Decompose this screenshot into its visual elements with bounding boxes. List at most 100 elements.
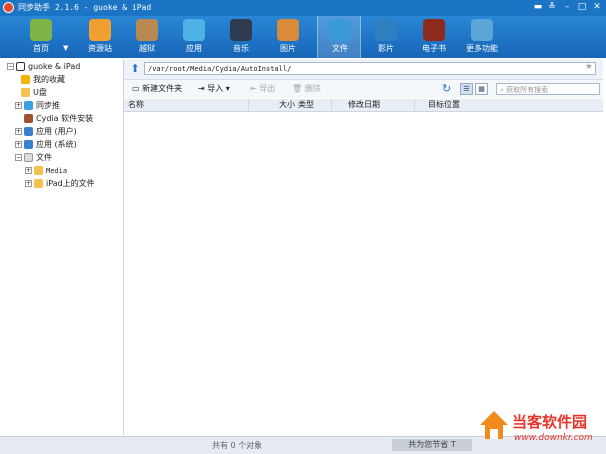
toolbar-label: 图片 [280,44,296,53]
window-title: 同步助手 2.1.6 - guoke & iPad [18,3,152,12]
expand-icon[interactable]: + [25,180,32,187]
expand-icon[interactable]: + [15,141,22,148]
folder-icon [34,179,43,188]
watermark-url: www.downkr.com [514,433,593,443]
expand-icon[interactable]: + [25,167,32,174]
chevron-down-icon[interactable]: ▼ [63,44,68,52]
tree-item-udisk[interactable]: U盘 [21,87,47,99]
folder-icon [21,88,30,97]
tree-item-ipad-files[interactable]: + iPad上的文件 [25,178,95,190]
toolbar-photos[interactable]: 图片 [266,16,310,58]
column-target[interactable]: 目标位置 [428,99,460,111]
toolbar-label: 应用 [186,44,202,53]
column-divider [331,99,332,111]
tree-item-label: 我的收藏 [33,75,65,84]
import-icon: ⇥ [198,84,208,93]
toolbar-jailbreak[interactable]: 越狱 [125,16,169,58]
column-header: 名称 大小 类型 修改日期 目标位置 [124,99,603,112]
expand-icon[interactable]: + [15,102,22,109]
export-label: 导出 [259,84,276,93]
app-logo-icon [3,2,14,13]
app-store-icon [24,127,33,136]
delete-button[interactable]: 🗑 删除 [292,83,321,95]
tree-item-user-apps[interactable]: + 应用 (用户) [15,126,77,138]
address-bar: ⬆ /var/root/Media/Cydia/AutoInstall/ ★ [124,59,603,80]
tree-item-media[interactable]: + Media [25,165,67,177]
action-bar: ▭ 新建文件夹 ⇥ 导入 ▾ ⇤ 导出 🗑 删除 ↻ ☰ ▦ ⌕ 获取所有搜索 [124,80,603,98]
tree-item-files[interactable]: − 文件 [15,152,52,164]
column-modified[interactable]: 修改日期 [348,99,380,111]
path-field[interactable]: /var/root/Media/Cydia/AutoInstall/ [144,62,596,75]
maximize-button[interactable]: □ [575,1,589,14]
new-folder-icon: ▭ [132,84,143,93]
tree-item-system-apps[interactable]: + 应用 (系统) [15,139,77,151]
tree-item-label: U盘 [33,88,47,97]
expand-icon[interactable]: + [15,128,22,135]
toolbar-videos[interactable]: 影片 [364,16,408,58]
column-name[interactable]: 名称 [128,99,144,111]
tree-item-label: Cydia 软件安装 [36,114,94,123]
column-type[interactable]: 类型 [298,99,314,111]
cydia-icon [24,114,33,123]
toolbar-label: 首页 [33,44,49,53]
home-icon [30,19,52,41]
toolbar-more[interactable]: 更多功能 [460,16,504,58]
collapse-icon[interactable]: − [7,63,14,70]
apps-grid-icon [183,19,205,41]
up-arrow-icon[interactable]: ⬆ [128,62,142,76]
tree-item-cydia[interactable]: Cydia 软件安装 [24,113,93,125]
device-tree: − guoke & iPad 我的收藏 U盘 + 同步推 Cydia 软件安装 + 应… [3,59,124,435]
new-folder-button[interactable]: ▭ 新建文件夹 [132,83,182,95]
column-size[interactable]: 大小 [279,99,295,111]
toolbar-music[interactable]: 音乐 [219,16,263,58]
site-watermark: 当客软件园 www.downkr.com [478,405,604,451]
more-tools-icon [471,19,493,41]
object-count: 共有 0 个对象 [212,441,263,450]
device-icon [16,62,25,71]
export-button[interactable]: ⇤ 导出 [250,83,275,95]
toolbar-home[interactable]: 首页 [19,16,63,58]
collapse-icon[interactable]: − [15,154,22,161]
tree-item-favorites[interactable]: 我的收藏 [21,74,65,86]
tree-item-label: iPad上的文件 [46,179,95,188]
folder-icon [34,166,43,175]
export-icon: ⇤ [250,84,260,93]
ebook-icon [423,19,445,41]
tree-item-sync-push[interactable]: + 同步推 [15,100,60,112]
toolbar-ebooks[interactable]: 电子书 [412,16,456,58]
toolbar-apps[interactable]: 应用 [172,16,216,58]
house-logo-icon [480,411,508,439]
app-system-icon [24,140,33,149]
main-toolbar: 首页 ▼ 资源站 越狱 应用 音乐 图片 文件 影片 电子书 更多功能 [0,16,606,58]
title-bar: 同步助手 2.1.6 - guoke & iPad ▬ ≚ – □ ✕ [0,0,606,16]
list-view-button[interactable]: ☰ [460,83,473,95]
search-input[interactable]: ⌕ 获取所有搜索 [496,83,600,95]
tree-item-label: 文件 [36,153,52,162]
toolbar-label: 越狱 [139,44,155,53]
toolbar-store[interactable]: 资源站 [78,16,122,58]
refresh-icon[interactable]: ↻ [442,82,451,95]
trash-icon: 🗑 [292,84,305,93]
close-button[interactable]: ✕ [590,1,604,14]
tree-item-device[interactable]: − guoke & iPad [7,61,80,73]
music-note-icon [230,19,252,41]
minimize-button[interactable]: – [560,1,574,14]
photo-icon [277,19,299,41]
tree-item-label: 应用 (系统) [36,140,77,149]
file-browser: ⬆ /var/root/Media/Cydia/AutoInstall/ ★ ▭… [124,59,603,435]
grid-view-button[interactable]: ▦ [475,83,488,95]
sync-push-icon [24,101,33,110]
toolbar-files[interactable]: 文件 [317,16,361,58]
bookmark-star-icon[interactable]: ★ [585,62,593,72]
skin-icon[interactable]: ≚ [545,1,559,14]
tree-item-label: guoke & iPad [28,62,81,71]
video-play-icon [375,19,397,41]
menu-icon[interactable]: ▬ [531,1,545,14]
new-folder-label: 新建文件夹 [142,84,183,93]
column-divider [248,99,249,111]
tree-item-label: 同步推 [36,101,60,110]
tree-item-label: Media [46,167,68,175]
toolbar-label: 文件 [332,44,348,53]
import-button[interactable]: ⇥ 导入 ▾ [198,83,230,95]
jailbreak-lock-icon [136,19,158,41]
